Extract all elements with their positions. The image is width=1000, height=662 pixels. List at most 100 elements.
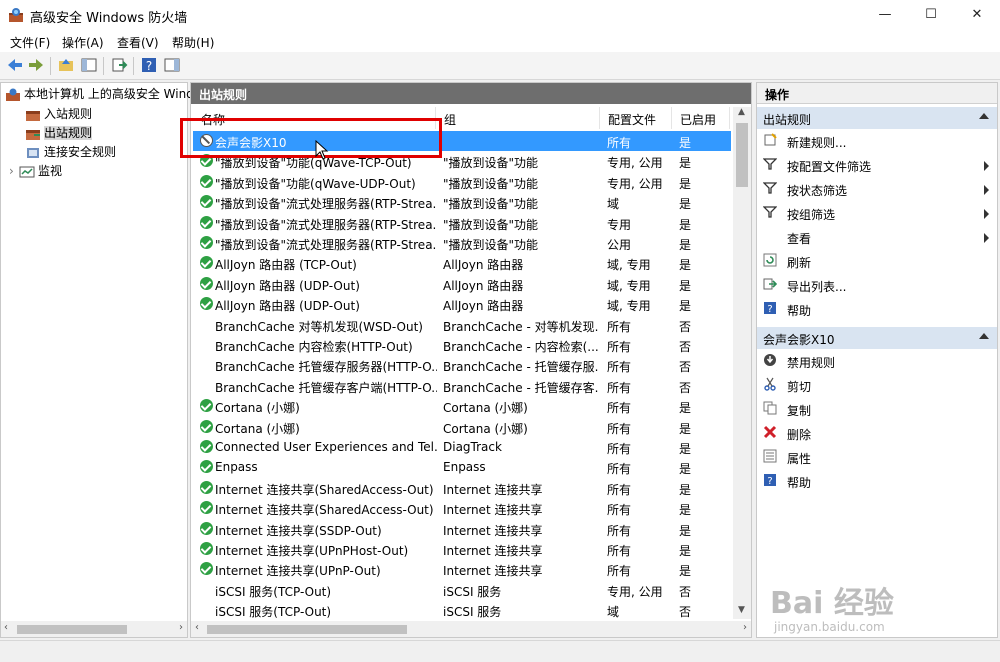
- close-button[interactable]: ✕: [954, 0, 1000, 30]
- help-icon: ?: [763, 301, 777, 315]
- cell-group: Cortana (小娜): [443, 421, 528, 436]
- action-item[interactable]: 按配置文件筛选: [757, 154, 997, 176]
- action-item[interactable]: 查看: [757, 226, 997, 248]
- cell-group: AllJoyn 路由器: [443, 278, 524, 293]
- expand-chevron-icon[interactable]: ›: [9, 164, 19, 178]
- table-row[interactable]: "播放到设备"流式处理服务器(RTP-Strea... "播放到设备"功能 域 是: [193, 192, 731, 212]
- table-row[interactable]: Internet 连接共享(UPnPHost-Out) Internet 连接共享…: [193, 539, 731, 559]
- scroll-thumb[interactable]: [17, 625, 127, 634]
- table-row[interactable]: Internet 连接共享(UPnP-Out) Internet 连接共享 所有 是: [193, 559, 731, 579]
- export-list-icon[interactable]: [110, 56, 128, 74]
- action-label: 刷新: [787, 256, 812, 270]
- action-pane-icon[interactable]: [163, 56, 181, 74]
- scroll-left-icon[interactable]: ‹: [195, 622, 199, 633]
- menu-file[interactable]: 文件(F): [10, 34, 50, 51]
- cell-enabled: 是: [679, 523, 692, 538]
- table-row[interactable]: AllJoyn 路由器 (UDP-Out) AllJoyn 路由器 域, 专用 是: [193, 294, 731, 314]
- table-row[interactable]: "播放到设备"功能(qWave-UDP-Out) "播放到设备"功能 专用, 公用 是: [193, 172, 731, 192]
- cell-profile: 所有: [607, 544, 632, 558]
- scroll-up-icon[interactable]: ▲: [738, 107, 745, 117]
- minimize-button[interactable]: —: [862, 0, 908, 30]
- help-icon[interactable]: ?: [140, 56, 158, 74]
- collapse-caret-icon[interactable]: [979, 113, 989, 119]
- show-tree-icon[interactable]: [80, 56, 98, 74]
- tree-item-connection-security[interactable]: 连接安全规则: [25, 143, 116, 161]
- menu-help[interactable]: 帮助(H): [172, 34, 214, 51]
- scroll-down-icon[interactable]: ▼: [738, 605, 745, 615]
- rules-pane-title: 出站规则: [191, 83, 751, 104]
- table-row[interactable]: "播放到设备"流式处理服务器(RTP-Strea... "播放到设备"功能 专用 是: [193, 213, 731, 233]
- scroll-right-icon[interactable]: ›: [179, 622, 183, 633]
- table-row[interactable]: BranchCache 对等机发现(WSD-Out) BranchCache - …: [193, 315, 731, 335]
- action-item[interactable]: 导出列表...: [757, 274, 997, 296]
- cell-name: BranchCache 内容检索(HTTP-Out): [215, 340, 413, 354]
- table-row[interactable]: Internet 连接共享(SharedAccess-Out) Internet …: [193, 478, 731, 498]
- cell-name: "播放到设备"流式处理服务器(RTP-Strea...: [215, 197, 437, 212]
- rules-vertical-scrollbar[interactable]: ▲ ▼: [733, 107, 751, 619]
- scroll-left-icon[interactable]: ‹: [4, 622, 8, 633]
- column-header-enabled[interactable]: 已启用: [672, 107, 730, 129]
- back-arrow-icon[interactable]: [6, 56, 24, 74]
- action-item[interactable]: 按状态筛选: [757, 178, 997, 200]
- table-row[interactable]: Internet 连接共享(SSDP-Out) Internet 连接共享 所有 是: [193, 519, 731, 539]
- cell-enabled: 否: [679, 340, 692, 354]
- table-row[interactable]: Enpass Enpass 所有 是: [193, 457, 731, 477]
- scroll-right-icon[interactable]: ›: [743, 622, 747, 633]
- cell-name: iSCSI 服务(TCP-Out): [215, 605, 332, 620]
- up-folder-icon[interactable]: [57, 56, 75, 74]
- action-item[interactable]: 属性: [757, 446, 997, 468]
- table-row[interactable]: iSCSI 服务(TCP-Out) iSCSI 服务 域 否: [193, 600, 731, 620]
- table-row[interactable]: Internet 连接共享(SharedAccess-Out) Internet …: [193, 498, 731, 518]
- tree-item-outbound-rules[interactable]: 出站规则: [25, 124, 93, 142]
- table-row[interactable]: iSCSI 服务(TCP-Out) iSCSI 服务 专用, 公用 否: [193, 580, 731, 600]
- cell-enabled: 是: [679, 238, 692, 252]
- collapse-caret-icon[interactable]: [979, 333, 989, 339]
- table-row[interactable]: "播放到设备"流式处理服务器(RTP-Strea... "播放到设备"功能 公用 是: [193, 233, 731, 253]
- tree-root-label: 本地计算机 上的高级安全 Wind: [24, 87, 194, 101]
- table-row[interactable]: AllJoyn 路由器 (TCP-Out) AllJoyn 路由器 域, 专用 是: [193, 253, 731, 273]
- section-outbound-rules[interactable]: 出站规则: [757, 107, 997, 129]
- action-item[interactable]: ? 帮助: [757, 298, 997, 320]
- tree-horizontal-scrollbar[interactable]: ‹ ›: [1, 621, 187, 637]
- svg-text:?: ?: [767, 476, 772, 487]
- table-row[interactable]: Cortana (小娜) Cortana (小娜) 所有 是: [193, 396, 731, 416]
- column-header-profile[interactable]: 配置文件: [600, 107, 672, 129]
- tree-item-inbound-rules[interactable]: 入站规则: [25, 105, 92, 123]
- action-item[interactable]: 删除: [757, 422, 997, 444]
- action-item[interactable]: ? 帮助: [757, 470, 997, 492]
- menu-action[interactable]: 操作(A): [62, 34, 104, 51]
- cell-name: "播放到设备"流式处理服务器(RTP-Strea...: [215, 238, 437, 252]
- action-item[interactable]: 新建规则...: [757, 130, 997, 152]
- forward-arrow-icon[interactable]: [27, 56, 45, 74]
- cell-name: Internet 连接共享(SSDP-Out): [215, 523, 382, 538]
- table-row[interactable]: BranchCache 托管缓存服务器(HTTP-O... BranchCache…: [193, 355, 731, 375]
- table-row[interactable]: AllJoyn 路由器 (UDP-Out) AllJoyn 路由器 域, 专用 是: [193, 274, 731, 294]
- baidu-watermark: Bai 经验 jingyan.baidu.com: [770, 578, 950, 638]
- scroll-thumb[interactable]: [736, 123, 748, 187]
- action-label: 复制: [787, 404, 812, 418]
- maximize-button[interactable]: ☐: [908, 0, 954, 30]
- enabled-check-icon: [200, 501, 213, 515]
- cell-name: BranchCache 托管缓存客户端(HTTP-O...: [215, 380, 437, 395]
- action-item[interactable]: 剪切: [757, 374, 997, 396]
- column-header-group[interactable]: 组: [436, 107, 600, 129]
- cell-name: Cortana (小娜): [215, 401, 300, 416]
- action-label: 按状态筛选: [787, 184, 848, 198]
- action-item[interactable]: 按组筛选: [757, 202, 997, 224]
- tree-item-monitoring[interactable]: › 监视: [9, 162, 62, 180]
- tree-root[interactable]: 本地计算机 上的高级安全 Wind: [5, 85, 194, 103]
- enabled-check-icon: [200, 440, 213, 453]
- cut-icon: [763, 377, 777, 391]
- toolbar: ?: [0, 52, 1000, 80]
- rules-horizontal-scrollbar[interactable]: ‹ ›: [191, 621, 751, 637]
- section-selected-rule[interactable]: 会声会影X10: [757, 327, 997, 349]
- menu-view[interactable]: 查看(V): [117, 34, 159, 51]
- action-item[interactable]: 刷新: [757, 250, 997, 272]
- table-row[interactable]: BranchCache 托管缓存客户端(HTTP-O... BranchCache…: [193, 376, 731, 396]
- table-row[interactable]: Cortana (小娜) Cortana (小娜) 所有 是: [193, 417, 731, 437]
- scroll-thumb[interactable]: [207, 625, 407, 634]
- action-item[interactable]: 禁用规则: [757, 350, 997, 372]
- table-row[interactable]: BranchCache 内容检索(HTTP-Out) BranchCache - …: [193, 335, 731, 355]
- action-item[interactable]: 复制: [757, 398, 997, 420]
- table-row[interactable]: Connected User Experiences and Tel... Dia…: [193, 437, 731, 457]
